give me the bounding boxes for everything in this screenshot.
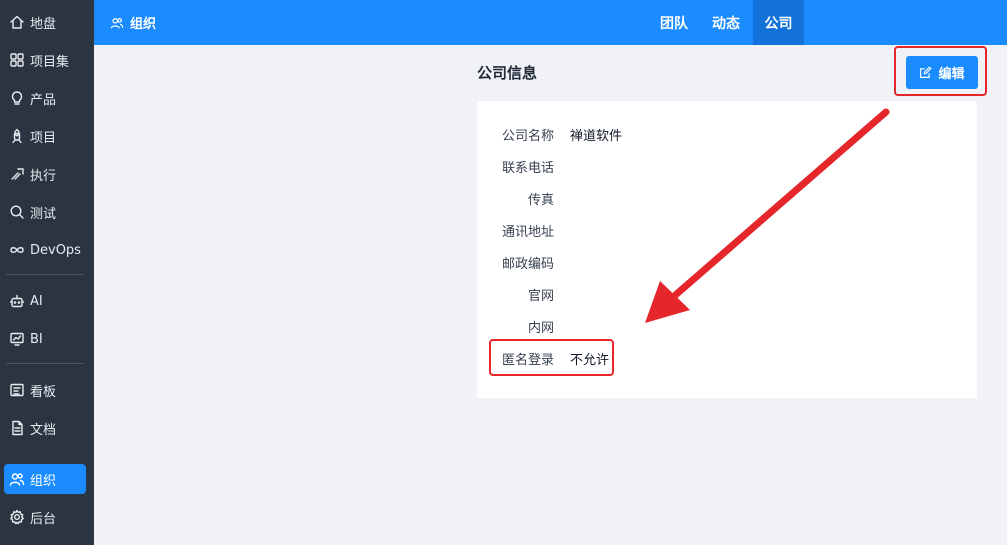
sidebar-item-label: DevOps bbox=[30, 242, 81, 258]
field-label-intranet: 内网 bbox=[527, 321, 554, 336]
sidebar-item-doc[interactable]: 文档 bbox=[4, 413, 86, 443]
sidebar-item-organization[interactable]: 组织 bbox=[4, 464, 86, 494]
sidebar-item-label: 地盘 bbox=[30, 16, 57, 32]
sidebar-item-label: 产品 bbox=[30, 92, 57, 108]
sidebar-item-label: 项目集 bbox=[30, 54, 70, 70]
lightbulb-icon bbox=[8, 89, 26, 107]
sidebar-item-kanban[interactable]: 看板 bbox=[4, 375, 86, 405]
kanban-icon bbox=[8, 381, 26, 399]
breadcrumb-label: 组织 bbox=[130, 17, 157, 32]
sidebar-item-label: 看板 bbox=[30, 384, 57, 400]
grid-icon bbox=[8, 51, 26, 69]
sidebar-divider bbox=[6, 363, 84, 364]
rocket-icon bbox=[8, 127, 26, 145]
tab-team[interactable]: 团队 bbox=[650, 0, 698, 45]
field-label-zipcode: 邮政编码 bbox=[501, 257, 554, 272]
sidebar: 地盘 项目集 产品 项目 执行 测试 DevOps AI BI 看板 文档 组织… bbox=[0, 0, 94, 545]
search-icon bbox=[8, 203, 26, 221]
users-icon bbox=[8, 470, 26, 488]
field-label-phone: 联系电话 bbox=[501, 161, 554, 176]
home-icon bbox=[8, 13, 26, 31]
sidebar-item-admin[interactable]: 后台 bbox=[4, 502, 86, 532]
sidebar-item-program[interactable]: 项目集 bbox=[4, 45, 86, 75]
sidebar-divider bbox=[6, 274, 84, 275]
field-label-company-name: 公司名称 bbox=[501, 129, 554, 144]
field-label-fax: 传真 bbox=[527, 193, 554, 208]
sidebar-item-ai[interactable]: AI bbox=[4, 286, 86, 316]
field-value-company-name: 禅道软件 bbox=[570, 129, 623, 144]
gear-icon bbox=[8, 508, 26, 526]
sidebar-item-project[interactable]: 项目 bbox=[4, 121, 86, 151]
sidebar-item-bi[interactable]: BI bbox=[4, 324, 86, 354]
breadcrumb[interactable]: 组织 bbox=[110, 0, 156, 45]
sidebar-item-label: 测试 bbox=[30, 206, 57, 222]
users-icon bbox=[110, 17, 124, 28]
sidebar-item-qa[interactable]: 测试 bbox=[4, 197, 86, 227]
annotation-highlight-guest-login bbox=[489, 339, 614, 376]
document-icon bbox=[8, 419, 26, 437]
sidebar-item-dashboard[interactable]: 地盘 bbox=[4, 7, 86, 37]
sidebar-item-label: 项目 bbox=[30, 130, 57, 146]
sidebar-item-label: 后台 bbox=[30, 511, 57, 527]
tab-dynamic[interactable]: 动态 bbox=[702, 0, 750, 45]
sidebar-item-label: AI bbox=[30, 293, 43, 309]
sidebar-item-devops[interactable]: DevOps bbox=[4, 235, 86, 265]
sidebar-item-execution[interactable]: 执行 bbox=[4, 159, 86, 189]
sidebar-item-label: 执行 bbox=[30, 168, 57, 184]
infinity-icon bbox=[8, 241, 26, 259]
sidebar-item-label: 组织 bbox=[30, 473, 57, 489]
sidebar-item-product[interactable]: 产品 bbox=[4, 83, 86, 113]
run-icon bbox=[8, 165, 26, 183]
tab-company[interactable]: 公司 bbox=[753, 0, 804, 45]
chart-icon bbox=[8, 330, 26, 348]
field-label-website: 官网 bbox=[527, 289, 554, 304]
sidebar-item-label: 文档 bbox=[30, 422, 57, 438]
sidebar-item-label: BI bbox=[30, 331, 43, 347]
annotation-highlight-edit bbox=[894, 46, 987, 96]
field-label-address: 通讯地址 bbox=[501, 225, 554, 240]
page-title: 公司信息 bbox=[477, 64, 538, 82]
top-navbar: 组织 团队 动态 公司 bbox=[94, 0, 1007, 45]
robot-icon bbox=[8, 292, 26, 310]
